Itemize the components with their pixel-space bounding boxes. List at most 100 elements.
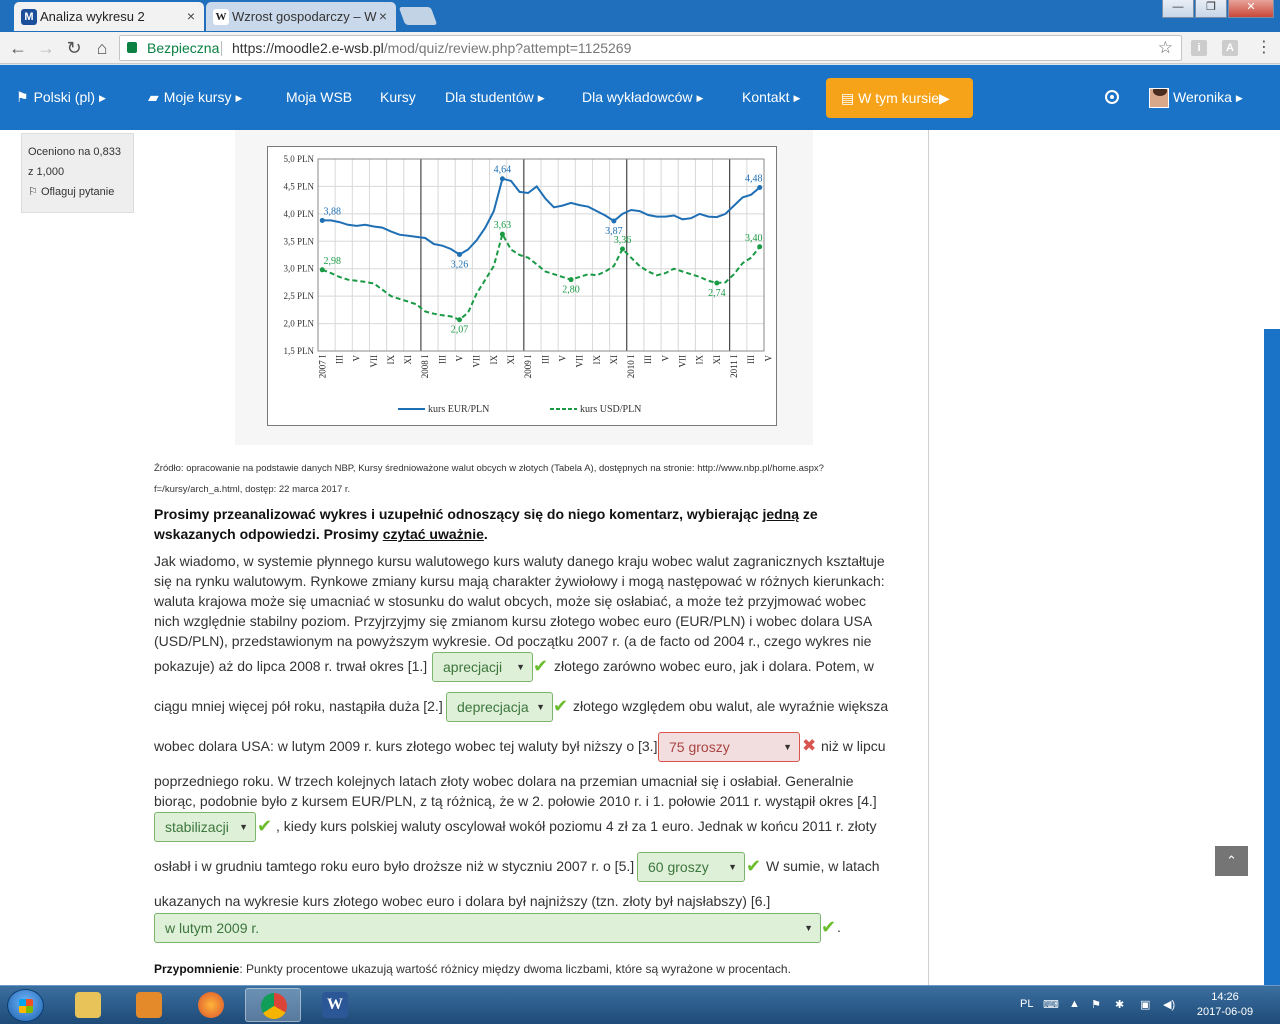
- answer-select-3[interactable]: 75 groszy ▼: [658, 732, 800, 762]
- tray-expand-icon[interactable]: ▲: [1069, 998, 1080, 1010]
- pdf-extension-icon[interactable]: A: [1222, 40, 1238, 56]
- secure-label: Bezpieczna: [147, 40, 220, 56]
- instructions: Prosimy przeanalizować wykres i uzupełni…: [154, 504, 894, 544]
- site-navbar: ⚑ Polski (pl) ▶ ▰ Moje kursy ▶ Moja WSB Kurs…: [0, 65, 1280, 130]
- browser-toolbar: ← → ↻ ⌂ Bezpieczna https://moodle2.e-wsb…: [0, 32, 1280, 64]
- nav-dla-wykladowcow[interactable]: Dla wykładowców ▶: [582, 89, 703, 105]
- action-center-flag-icon[interactable]: ⚑: [1091, 998, 1101, 1011]
- chevron-down-icon: ▼: [783, 742, 792, 752]
- tab-wzrost-gospodarczy[interactable]: W Wzrost gospodarczy – W ×: [206, 2, 396, 31]
- select-value: 60 groszy: [648, 859, 709, 875]
- forward-arrow-icon[interactable]: →: [35, 37, 57, 59]
- address-bar[interactable]: Bezpieczna https://moodle2.e-wsb.pl/mod/…: [119, 35, 1182, 61]
- nav-kontakt[interactable]: Kontakt ▶: [742, 89, 800, 105]
- x-tick-label: III: [540, 355, 550, 364]
- language-indicator[interactable]: PL: [1020, 998, 1033, 1010]
- system-clock[interactable]: 14:26 2017-06-09: [1192, 990, 1258, 1020]
- firefox-taskbar-button[interactable]: [183, 988, 239, 1022]
- explorer-taskbar-button[interactable]: [60, 988, 116, 1022]
- extension-icon[interactable]: i: [1191, 40, 1207, 56]
- tray-app-icon[interactable]: ✱: [1115, 998, 1124, 1011]
- close-icon[interactable]: ×: [187, 8, 195, 24]
- keyboard-icon[interactable]: ⌨: [1043, 998, 1059, 1011]
- minimize-button[interactable]: —: [1162, 0, 1194, 18]
- y-tick-label: 2,5 PLN: [283, 291, 314, 301]
- reminder-note: Przypomnienie: Punkty procentowe ukazują…: [154, 962, 791, 976]
- moodle-favicon-icon: M: [21, 9, 37, 25]
- chevron-down-icon: ▼: [728, 862, 737, 872]
- bookmark-star-icon[interactable]: ☆: [1158, 36, 1173, 60]
- notification-target-icon[interactable]: [1105, 90, 1119, 104]
- answer-select-6[interactable]: w lutym 2009 r. ▼: [154, 913, 821, 943]
- maximize-button[interactable]: ❐: [1195, 0, 1227, 18]
- flag-question-link[interactable]: ⚐ Oflaguj pytanie: [28, 182, 127, 202]
- close-icon[interactable]: ×: [379, 8, 387, 24]
- y-tick-label: 4,5 PLN: [283, 181, 314, 191]
- new-tab-button[interactable]: [398, 7, 438, 25]
- data-label: 3,40: [745, 233, 763, 244]
- x-tick-label: V: [763, 355, 773, 362]
- x-tick-label: III: [334, 355, 344, 364]
- nav-moja-wsb[interactable]: Moja WSB: [286, 89, 352, 105]
- question-info-column: Oceniono na 0,833 z 1,000 ⚐ Oflaguj pyta…: [0, 130, 140, 985]
- tab-title: Analiza wykresu 2: [40, 9, 145, 24]
- close-window-button[interactable]: ✕: [1228, 0, 1274, 18]
- y-tick-label: 2,0 PLN: [283, 319, 314, 329]
- reload-icon[interactable]: ↻: [63, 37, 85, 59]
- nav-label: Polski (pl): [33, 89, 96, 105]
- home-icon[interactable]: ⌂: [91, 37, 113, 59]
- url-host: https://moodle2.e-wsb.pl: [232, 40, 384, 56]
- media-player-taskbar-button[interactable]: [121, 988, 177, 1022]
- source-note: Źródło: opracowanie na podstawie danych …: [154, 458, 914, 500]
- answer-select-4[interactable]: stabilizacji ▼: [154, 812, 256, 842]
- chrome-taskbar-button[interactable]: [245, 988, 301, 1022]
- briefcase-icon: ▰: [148, 89, 159, 105]
- paragraph-line: pokazuje) aż do lipca 2008 r. trwał okre…: [154, 658, 428, 674]
- data-label: 2,74: [708, 288, 726, 299]
- grade-text: Oceniono na 0,833: [28, 146, 121, 158]
- x-tick-label: 2008 I: [420, 355, 430, 378]
- nav-dla-studentow[interactable]: Dla studentów ▶: [445, 89, 545, 105]
- tab-title: Wzrost gospodarczy – W: [232, 9, 377, 24]
- nav-kursy[interactable]: Kursy: [380, 89, 416, 105]
- paragraph-line: ukazanych na wykresie kurs złotego wobec…: [154, 893, 771, 909]
- data-label: 4,64: [494, 165, 512, 176]
- word-taskbar-button[interactable]: W: [307, 988, 363, 1022]
- chrome-icon: [261, 993, 287, 1019]
- nav-label: Dla studentów: [445, 89, 534, 105]
- data-label: 3,88: [324, 206, 342, 217]
- y-tick-label: 3,5 PLN: [283, 236, 314, 246]
- correct-check-icon: ✔: [533, 656, 549, 676]
- paragraph-line: poprzedniego roku. W trzech kolejnych la…: [154, 773, 877, 809]
- url-path: /mod/quiz/review.php?attempt=1125269: [383, 40, 632, 56]
- network-icon[interactable]: ▣: [1140, 998, 1150, 1011]
- data-point: [457, 317, 463, 323]
- data-label: 3,36: [614, 235, 632, 246]
- avatar[interactable]: [1149, 88, 1169, 108]
- correct-check-icon: ✔: [821, 917, 837, 937]
- user-menu[interactable]: Weronika ▶: [1173, 89, 1243, 105]
- word-icon: W: [322, 992, 348, 1018]
- correct-check-icon: ✔: [553, 696, 569, 716]
- answer-select-2[interactable]: deprecjacja ▼: [446, 692, 553, 722]
- start-button[interactable]: [7, 989, 44, 1022]
- nav-moje-kursy[interactable]: ▰ Moje kursy ▶: [148, 89, 242, 106]
- user-name: Weronika: [1173, 89, 1232, 105]
- instr-emphasis: jedną: [762, 506, 800, 522]
- course-menu-button[interactable]: ▤ W tym kursie▶: [826, 78, 973, 118]
- nav-language[interactable]: ⚑ Polski (pl) ▶: [16, 89, 106, 106]
- menu-kebab-icon[interactable]: ⋮: [1253, 37, 1275, 59]
- data-point: [757, 244, 763, 250]
- reminder-label: Przypomnienie: [154, 962, 240, 976]
- answer-select-1[interactable]: aprecjacji ▼: [432, 652, 533, 682]
- y-tick-label: 1,5 PLN: [283, 346, 314, 356]
- tab-analiza-wykresu[interactable]: M Analiza wykresu 2 ×: [14, 2, 204, 31]
- play-icon: [136, 992, 162, 1018]
- x-tick-label: V: [455, 355, 465, 362]
- answer-select-5[interactable]: 60 groszy ▼: [637, 852, 745, 882]
- volume-icon[interactable]: ◀): [1163, 998, 1175, 1011]
- x-tick-label: III: [643, 355, 653, 364]
- back-arrow-icon[interactable]: ←: [7, 37, 29, 59]
- back-to-top-button[interactable]: ⌃: [1215, 846, 1248, 876]
- x-tick-label: IX: [695, 355, 705, 365]
